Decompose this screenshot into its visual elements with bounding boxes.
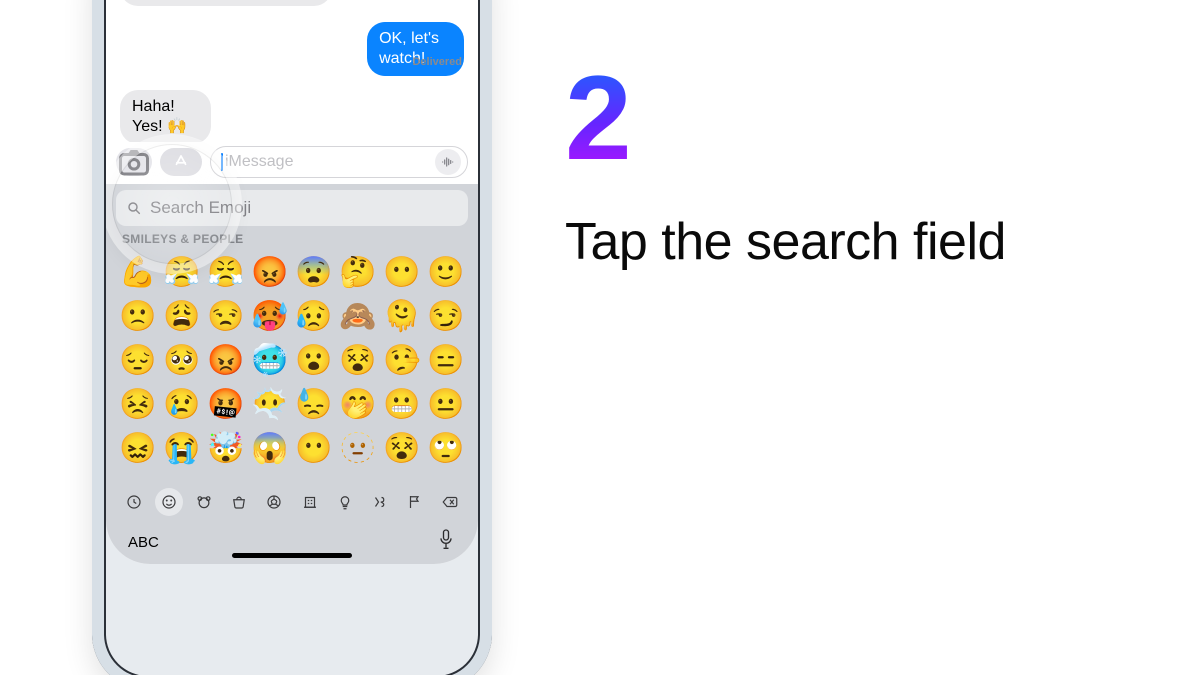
emoji-cell[interactable]: 🥺 [160, 338, 204, 382]
emoji-cell[interactable]: 😩 [160, 294, 204, 338]
emoji-grid: 💪😤😤😡😨🤔😶🙂🙁😩😒🥵😥🙈🫠😏😔🥺😡🥶😮😵🤥😑😣😢🤬😶‍🌫️😓🤭😬😐😖😭🤯😱😶… [106, 246, 478, 470]
emoji-cell[interactable]: 😔 [116, 338, 160, 382]
smiley-icon [160, 493, 178, 511]
emoji-cell[interactable]: 🤥 [380, 338, 424, 382]
emoji-cell[interactable]: 😶‍🌫️ [248, 382, 292, 426]
emoji-cell[interactable]: 💪 [116, 250, 160, 294]
emoji-cell[interactable]: 😤 [204, 250, 248, 294]
abc-key[interactable]: ABC [128, 534, 159, 551]
delivered-status: Delivered [412, 56, 462, 68]
category-travel[interactable] [296, 488, 324, 516]
emoji-search-field[interactable]: Search Emoji [116, 190, 468, 226]
emoji-cell[interactable]: 😓 [292, 382, 336, 426]
home-indicator[interactable] [232, 553, 352, 558]
camera-icon [116, 144, 152, 180]
instruction-panel: 2 Tap the search field [565, 0, 1200, 675]
lightbulb-icon [336, 493, 354, 511]
compose-row: iMessage [106, 142, 478, 182]
dictation-button[interactable] [436, 528, 456, 557]
category-recent[interactable] [120, 488, 148, 516]
category-activity[interactable] [260, 488, 288, 516]
emoji-cell[interactable]: 😮 [292, 338, 336, 382]
emoji-cell[interactable]: 🤔 [336, 250, 380, 294]
soccer-icon [265, 493, 283, 511]
incoming-message: Haha! Yes! 🙌 [120, 90, 211, 144]
symbols-icon [371, 493, 389, 511]
category-bar [106, 484, 478, 520]
emoji-cell[interactable]: 😭 [160, 426, 204, 470]
emoji-cell[interactable]: 😒 [204, 294, 248, 338]
camera-button[interactable] [116, 148, 152, 176]
step-number: 2 [565, 58, 1200, 178]
emoji-cell[interactable]: 🥵 [248, 294, 292, 338]
search-icon [126, 200, 142, 216]
waveform-icon [440, 154, 456, 170]
emoji-cell[interactable]: 🫠 [380, 294, 424, 338]
emoji-cell[interactable]: 😢 [160, 382, 204, 426]
voice-message-button[interactable] [435, 149, 461, 175]
emoji-cell[interactable]: 😶 [292, 426, 336, 470]
emoji-cell[interactable]: 😏 [424, 294, 468, 338]
appstore-icon [172, 153, 190, 171]
emoji-cell[interactable]: 😤 [160, 250, 204, 294]
category-food[interactable] [225, 488, 253, 516]
emoji-cell[interactable]: 😵 [336, 338, 380, 382]
emoji-cell[interactable]: 😐 [424, 382, 468, 426]
flag-icon [406, 493, 424, 511]
emoji-cell[interactable]: 😵 [380, 426, 424, 470]
emoji-cell[interactable]: 🙄 [424, 426, 468, 470]
emoji-cell[interactable]: 😡 [204, 338, 248, 382]
emoji-cell[interactable]: 😱 [248, 426, 292, 470]
step-text: Tap the search field [565, 212, 1200, 272]
category-symbols[interactable] [366, 488, 394, 516]
app-store-button[interactable] [160, 148, 202, 176]
category-smileys[interactable] [155, 488, 183, 516]
iphone-device: Not if we watch together! I'll get the 🍿… [92, 0, 492, 675]
building-icon [301, 493, 319, 511]
screen: Not if we watch together! I'll get the 🍿… [106, 0, 478, 564]
emoji-cell[interactable]: 😨 [292, 250, 336, 294]
emoji-cell[interactable]: 😥 [292, 294, 336, 338]
text-caret [221, 153, 223, 171]
emoji-cell[interactable]: 🤯 [204, 426, 248, 470]
emoji-cell[interactable]: 😣 [116, 382, 160, 426]
food-icon [230, 493, 248, 511]
emoji-cell[interactable]: 🤭 [336, 382, 380, 426]
emoji-cell[interactable]: 🙂 [424, 250, 468, 294]
incoming-message: Not if we watch together! I'll get the 🍿 [120, 0, 332, 6]
emoji-cell[interactable]: 🤬 [204, 382, 248, 426]
microphone-icon [436, 528, 456, 552]
emoji-cell[interactable]: 🥶 [248, 338, 292, 382]
emoji-keyboard: Search Emoji SMILEYS & PEOPLE 💪😤😤😡😨🤔😶🙂🙁😩… [106, 184, 478, 564]
bear-icon [195, 493, 213, 511]
category-objects[interactable] [331, 488, 359, 516]
emoji-cell[interactable]: 🙁 [116, 294, 160, 338]
delete-key[interactable] [436, 488, 464, 516]
emoji-cell[interactable]: 🫥 [336, 426, 380, 470]
category-animals[interactable] [190, 488, 218, 516]
conversation-view: Not if we watch together! I'll get the 🍿… [106, 0, 478, 184]
clock-icon [125, 493, 143, 511]
emoji-cell[interactable]: 🙈 [336, 294, 380, 338]
emoji-section-label: SMILEYS & PEOPLE [106, 232, 478, 246]
category-flags[interactable] [401, 488, 429, 516]
backspace-icon [441, 493, 459, 511]
emoji-cell[interactable]: 😑 [424, 338, 468, 382]
emoji-cell[interactable]: 😖 [116, 426, 160, 470]
emoji-cell[interactable]: 😶 [380, 250, 424, 294]
imessage-field[interactable]: iMessage [210, 146, 468, 178]
emoji-cell[interactable]: 😡 [248, 250, 292, 294]
imessage-placeholder: iMessage [225, 153, 293, 171]
emoji-cell[interactable]: 😬 [380, 382, 424, 426]
emoji-search-placeholder: Search Emoji [150, 198, 251, 218]
